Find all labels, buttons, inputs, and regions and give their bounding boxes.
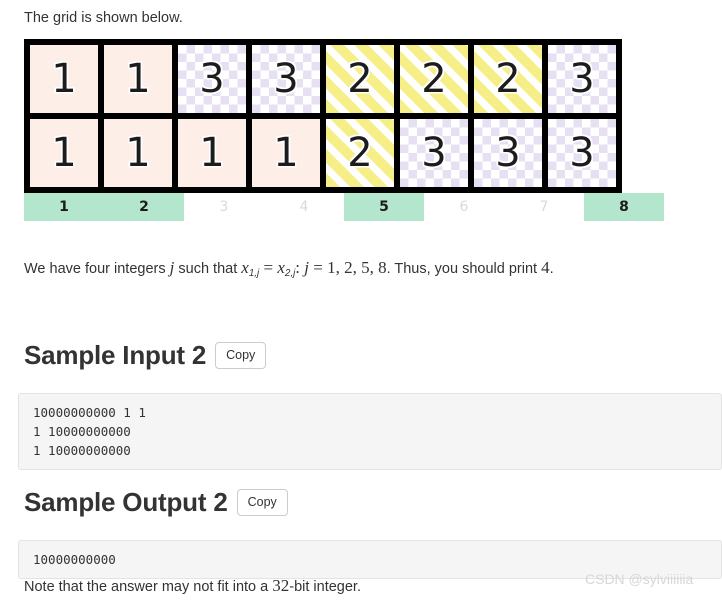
grid-cell: 1 <box>27 116 101 190</box>
sample-output-section-header: Sample Output 2 Copy <box>24 487 288 518</box>
grid-cell: 1 <box>249 116 323 190</box>
grid-row: 1 1 1 1 2 3 3 3 <box>27 116 619 190</box>
note-text-2: -bit integer. <box>289 579 361 595</box>
math-values: 1, 2, 5, 8 <box>327 258 387 277</box>
csdn-watermark: CSDN @sylviiiiiia <box>585 571 694 587</box>
math-x1: x <box>241 258 249 277</box>
grid-cell-value: 2 <box>347 130 373 176</box>
explanation-text-3: . Thus, you should print <box>386 261 542 277</box>
math-answer: 4 <box>541 258 550 277</box>
math-32: 32 <box>272 576 290 595</box>
grid-cell-value: 1 <box>51 56 77 102</box>
grid-cell-value: 2 <box>347 56 373 102</box>
grid-column-label: 2 <box>104 193 184 221</box>
math-equals-1: = <box>259 258 278 277</box>
grid-cell-value: 1 <box>51 130 77 176</box>
grid-column-label: 8 <box>584 193 664 221</box>
grid-cell: 3 <box>545 42 619 116</box>
math-equals-2: = <box>308 258 328 277</box>
math-x1-subscript: 1,j <box>248 267 260 279</box>
grid-cell: 3 <box>249 42 323 116</box>
grid-cell: 3 <box>397 116 471 190</box>
sample-input-heading: Sample Input 2 <box>24 340 207 370</box>
grid-cell-value: 3 <box>495 130 521 176</box>
explanation-paragraph: We have four integers j such that x1,j =… <box>24 258 554 284</box>
page-container: The grid is shown below. 1 1 3 3 2 2 2 3… <box>0 0 722 601</box>
grid-cell-value: 3 <box>273 56 299 102</box>
explanation-text-1: We have four integers <box>24 261 170 277</box>
grid-cell: 3 <box>471 116 545 190</box>
sample-input-code: 10000000000 1 1 1 10000000000 1 10000000… <box>18 392 722 470</box>
grid-cell-value: 3 <box>421 130 447 176</box>
grid-cell: 1 <box>101 116 175 190</box>
grid-cell: 2 <box>471 42 545 116</box>
grid-figure: 1 1 3 3 2 2 2 3 1 1 1 1 2 3 3 3 1 2 3 4 … <box>24 39 664 221</box>
grid-cell: 3 <box>545 116 619 190</box>
grid-column-label: 1 <box>24 193 104 221</box>
grid-row: 1 1 3 3 2 2 2 3 <box>27 42 619 116</box>
math-x2-subscript: 2,j <box>284 267 296 279</box>
copy-sample-output-button[interactable]: Copy <box>236 489 288 516</box>
grid-cell-value: 3 <box>199 56 225 102</box>
grid-cell: 3 <box>175 42 249 116</box>
grid-column-label: 6 <box>459 199 469 215</box>
math-colon: : <box>295 258 305 277</box>
note-text-1: Note that the answer may not fit into a <box>24 579 273 595</box>
grid-column-labels: 1 2 3 4 5 6 7 8 <box>24 193 664 221</box>
grid-cell-value: 1 <box>199 130 225 176</box>
grid-column-label: 4 <box>299 199 309 215</box>
grid-cell: 2 <box>323 116 397 190</box>
grid-cell-value: 3 <box>569 56 595 102</box>
sample-input-section-header: Sample Input 2 Copy <box>24 340 267 371</box>
grid-cell-value: 2 <box>495 56 521 102</box>
grid-box: 1 1 3 3 2 2 2 3 1 1 1 1 2 3 3 3 <box>24 39 622 193</box>
grid-cell-value: 1 <box>125 56 151 102</box>
math-x2: x <box>277 258 285 277</box>
grid-cell-value: 3 <box>569 130 595 176</box>
grid-column-label: 7 <box>539 199 549 215</box>
grid-cell: 2 <box>397 42 471 116</box>
copy-sample-input-button[interactable]: Copy <box>215 342 267 369</box>
grid-cell-value: 2 <box>421 56 447 102</box>
explanation-text-2: such that <box>174 261 242 277</box>
grid-column-label: 3 <box>219 199 229 215</box>
grid-cell-value: 1 <box>273 130 299 176</box>
explanation-text-4: . <box>549 261 554 277</box>
note-paragraph: Note that the answer may not fit into a … <box>24 576 361 597</box>
grid-column-label: 5 <box>344 193 424 221</box>
intro-text: The grid is shown below. <box>24 10 183 26</box>
grid-cell: 1 <box>175 116 249 190</box>
grid-cell: 1 <box>27 42 101 116</box>
sample-output-heading: Sample Output 2 <box>24 487 228 517</box>
grid-cell: 2 <box>323 42 397 116</box>
grid-cell: 1 <box>101 42 175 116</box>
grid-cell-value: 1 <box>125 130 151 176</box>
